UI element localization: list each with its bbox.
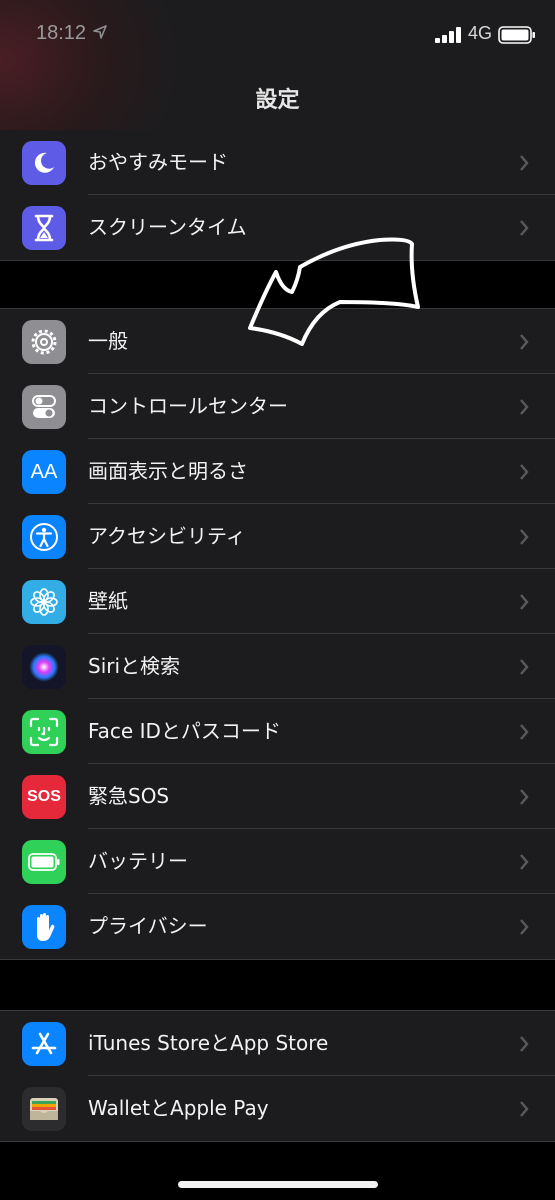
row-label: 一般: [88, 329, 128, 353]
accessibility-icon: [22, 515, 66, 559]
network-type: 4G: [468, 23, 493, 43]
chevron-right-icon: [520, 399, 529, 415]
chevron-right-icon: [520, 334, 529, 350]
app-store-icon: [22, 1022, 66, 1066]
cellular-signal-icon: [435, 27, 461, 43]
chevron-right-icon: [520, 155, 529, 171]
settings-row-face-id[interactable]: Face IDとパスコード: [0, 699, 555, 764]
row-label: 緊急SOS: [88, 784, 170, 808]
row-label: 画面表示と明るさ: [88, 459, 248, 483]
row-label: Face IDとパスコード: [88, 719, 281, 743]
row-label: スクリーンタイム: [88, 215, 247, 239]
siri-icon: [22, 645, 66, 689]
icon-text: AA: [30, 460, 58, 483]
home-indicator[interactable]: [178, 1181, 378, 1188]
row-label: コントロールセンター: [88, 394, 288, 418]
hand-icon: [22, 905, 66, 949]
row-label: バッテリー: [88, 849, 188, 873]
row-label: iTunes StoreとApp Store: [88, 1031, 329, 1055]
row-label: WalletとApple Pay: [88, 1096, 269, 1120]
chevron-right-icon: [520, 789, 529, 805]
settings-group-stores: iTunes StoreとApp Store WalletとApple Pay: [0, 1010, 555, 1142]
battery-status-icon: [498, 26, 535, 44]
row-label: おやすみモード: [88, 150, 228, 174]
settings-row-battery[interactable]: バッテリー: [0, 829, 555, 894]
settings-row-itunes-app-store[interactable]: iTunes StoreとApp Store: [0, 1011, 555, 1076]
location-arrow-icon: [93, 25, 107, 39]
row-label: 壁紙: [88, 589, 128, 613]
status-time: 18:12: [36, 22, 87, 44]
settings-row-privacy[interactable]: プライバシー: [0, 894, 555, 959]
battery-icon: [22, 840, 66, 884]
settings-row-wallet-apple-pay[interactable]: WalletとApple Pay: [0, 1076, 555, 1141]
icon-text: SOS: [27, 788, 61, 805]
toggles-icon: [22, 385, 66, 429]
chevron-right-icon: [520, 220, 529, 236]
settings-row-siri-search[interactable]: Siriと検索: [0, 634, 555, 699]
sos-icon: SOS: [22, 775, 66, 819]
settings-row-control-center[interactable]: コントロールセンター: [0, 374, 555, 439]
flower-icon: [22, 580, 66, 624]
settings-group-general: 一般 コントロールセンター AA 画面表示と明るさ アクセシビリティ 壁紙 Si…: [0, 308, 555, 960]
gear-icon: [22, 320, 66, 364]
page-title: 設定: [255, 88, 300, 113]
chevron-right-icon: [520, 724, 529, 740]
chevron-right-icon: [520, 659, 529, 675]
moon-icon: [22, 141, 66, 185]
wallet-icon: [22, 1087, 66, 1131]
hand-drawn-arrow-annotation: [248, 237, 420, 346]
row-label: アクセシビリティ: [88, 524, 246, 548]
settings-row-emergency-sos[interactable]: SOS 緊急SOS: [0, 764, 555, 829]
settings-row-wallpaper[interactable]: 壁紙: [0, 569, 555, 634]
chevron-right-icon: [520, 464, 529, 480]
chevron-right-icon: [520, 1036, 529, 1052]
chevron-right-icon: [520, 529, 529, 545]
hourglass-icon: [22, 206, 66, 250]
settings-row-display-brightness[interactable]: AA 画面表示と明るさ: [0, 439, 555, 504]
chevron-right-icon: [520, 919, 529, 935]
settings-row-do-not-disturb[interactable]: おやすみモード: [0, 130, 555, 195]
chevron-right-icon: [520, 1101, 529, 1117]
text-size-icon: AA: [22, 450, 66, 494]
face-id-icon: [22, 710, 66, 754]
status-bar: 18:12 4G 設定: [0, 0, 555, 130]
chevron-right-icon: [520, 854, 529, 870]
row-label: プライバシー: [88, 914, 208, 938]
chevron-right-icon: [520, 594, 529, 610]
settings-row-accessibility[interactable]: アクセシビリティ: [0, 504, 555, 569]
row-label: Siriと検索: [88, 654, 181, 678]
